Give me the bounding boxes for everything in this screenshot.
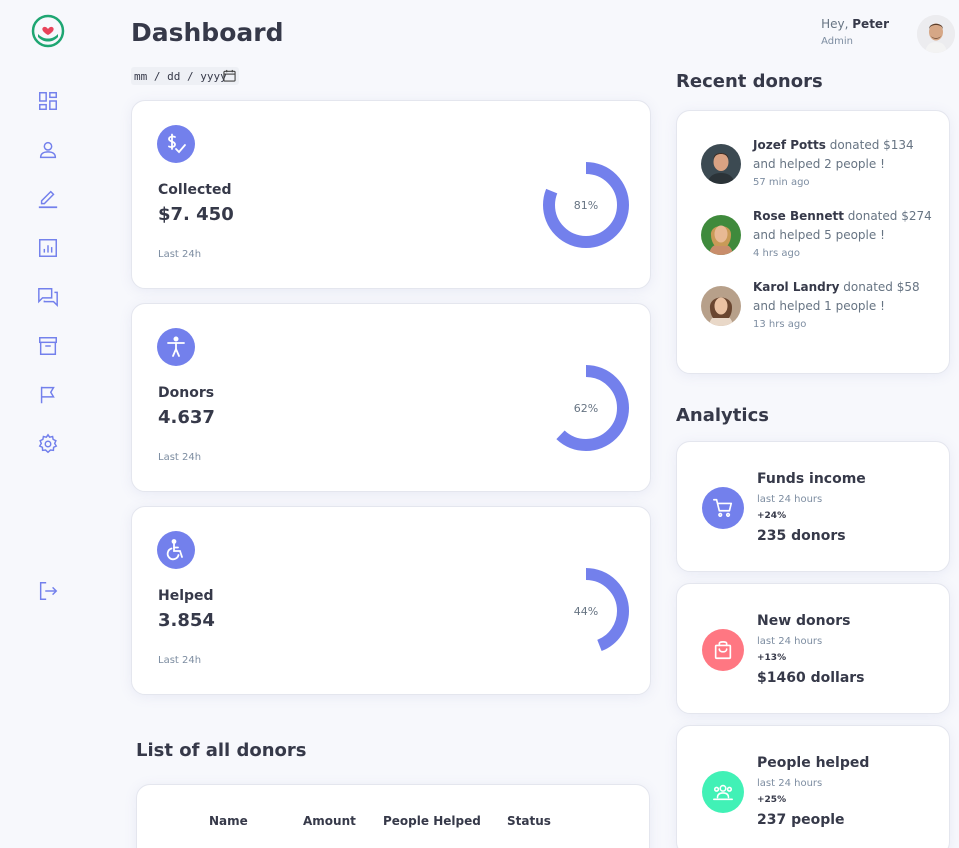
logout-icon — [39, 582, 58, 600]
progress-percent: 44% — [573, 604, 599, 618]
stat-footer: Last 24h — [158, 452, 202, 463]
avatar — [701, 144, 741, 184]
person-icon — [39, 141, 57, 159]
sidebar — [0, 0, 96, 848]
avatar — [701, 286, 741, 326]
donor-detail: and helped 2 people ! — [753, 157, 885, 171]
archive-icon — [39, 337, 57, 355]
avatar[interactable] — [917, 15, 955, 53]
greeting: Hey, — [821, 17, 849, 31]
sidebar-item-profile[interactable] — [36, 138, 60, 162]
date-input[interactable]: mm / dd / yyyy — [131, 67, 239, 85]
calendar-icon[interactable] — [223, 69, 236, 82]
sidebar-item-logout[interactable] — [36, 579, 60, 603]
analytics-value: 235 donors — [757, 528, 846, 544]
analytics-title-label: New donors — [757, 613, 851, 629]
date-input-placeholder: mm / dd / yyyy — [134, 69, 227, 83]
analytics-title-label: Funds income — [757, 471, 866, 487]
stat-value: 4.637 — [158, 407, 215, 428]
stat-value: 3.854 — [158, 610, 215, 631]
donor-time: 4 hrs ago — [753, 248, 800, 259]
user-info: Hey, Peter Admin — [821, 17, 889, 47]
dashboard-icon — [39, 92, 57, 110]
analytics-card-funds[interactable]: Funds income last 24 hours +24% 235 dono… — [676, 441, 950, 572]
donor-detail: and helped 5 people ! — [753, 228, 885, 242]
analytics-title-label: People helped — [757, 755, 870, 771]
donor-name: Rose Bennett — [753, 209, 844, 223]
analytics-change: +25% — [757, 795, 787, 805]
donor-name: Karol Landry — [753, 280, 840, 294]
donors-list-title: List of all donors — [136, 740, 307, 761]
stat-footer: Last 24h — [158, 249, 202, 260]
sidebar-item-flags[interactable] — [36, 383, 60, 407]
accessibility-icon — [157, 328, 195, 366]
analytics-card-new-donors[interactable]: New donors last 24 hours +13% $1460 doll… — [676, 583, 950, 714]
donor-time: 57 min ago — [753, 177, 810, 188]
avatar — [701, 215, 741, 255]
group-icon — [702, 771, 744, 813]
donors-table: Name Amount People Helped Status — [136, 784, 650, 848]
analytics-value: $1460 dollars — [757, 670, 865, 686]
sidebar-item-edit[interactable] — [36, 187, 60, 211]
stat-label: Helped — [158, 588, 214, 604]
stat-card-collected: Collected $7. 450 Last 24h 81% — [131, 100, 651, 289]
recent-donors-title: Recent donors — [676, 71, 823, 92]
sidebar-item-messages[interactable] — [36, 285, 60, 309]
analytics-card-people-helped[interactable]: People helped last 24 hours +25% 237 peo… — [676, 725, 950, 848]
progress-percent: 62% — [573, 401, 599, 415]
settings-icon — [38, 433, 58, 454]
user-name: Peter — [852, 17, 889, 31]
sidebar-item-archive[interactable] — [36, 334, 60, 358]
donor-detail: and helped 1 people ! — [753, 299, 885, 313]
analytics-change: +13% — [757, 653, 787, 663]
flag-icon — [40, 386, 55, 404]
sidebar-item-dashboard[interactable] — [36, 89, 60, 113]
messages-icon — [38, 288, 58, 308]
stat-card-helped: Helped 3.854 Last 24h 44% — [131, 506, 651, 695]
analytics-period: last 24 hours — [757, 636, 823, 647]
stat-card-donors: Donors 4.637 Last 24h 62% — [131, 303, 651, 492]
stat-footer: Last 24h — [158, 655, 202, 666]
donor-action: donated $274 — [847, 209, 932, 223]
wheelchair-icon — [157, 531, 195, 569]
stat-label: Collected — [158, 182, 232, 198]
table-header-status[interactable]: Status — [507, 814, 551, 828]
table-header-name[interactable]: Name — [209, 814, 248, 828]
cart-icon — [702, 487, 744, 529]
logo-icon[interactable] — [31, 14, 65, 48]
sidebar-item-reports[interactable] — [36, 236, 60, 260]
sidebar-item-settings[interactable] — [36, 432, 60, 456]
recent-donors-card: Jozef Potts donated $134 and helped 2 pe… — [676, 110, 950, 374]
table-header-amount[interactable]: Amount — [303, 814, 356, 828]
bag-icon — [702, 629, 744, 671]
analytics-title: Analytics — [676, 405, 769, 426]
table-header-people-helped[interactable]: People Helped — [383, 814, 481, 828]
analytics-value: 237 people — [757, 812, 845, 828]
analytics-period: last 24 hours — [757, 494, 823, 505]
donor-action: donated $134 — [829, 138, 914, 152]
progress-percent: 81% — [573, 198, 599, 212]
edit-icon — [38, 190, 58, 209]
donor-name: Jozef Potts — [753, 138, 826, 152]
stat-value: $7. 450 — [158, 204, 234, 225]
report-icon — [39, 239, 57, 257]
analytics-change: +24% — [757, 511, 787, 521]
stat-label: Donors — [158, 385, 215, 401]
donor-action: donated $58 — [843, 280, 920, 294]
user-role: Admin — [821, 36, 853, 47]
analytics-period: last 24 hours — [757, 778, 823, 789]
dollar-check-icon — [157, 125, 195, 163]
page-title: Dashboard — [131, 18, 284, 47]
donor-time: 13 hrs ago — [753, 319, 807, 330]
